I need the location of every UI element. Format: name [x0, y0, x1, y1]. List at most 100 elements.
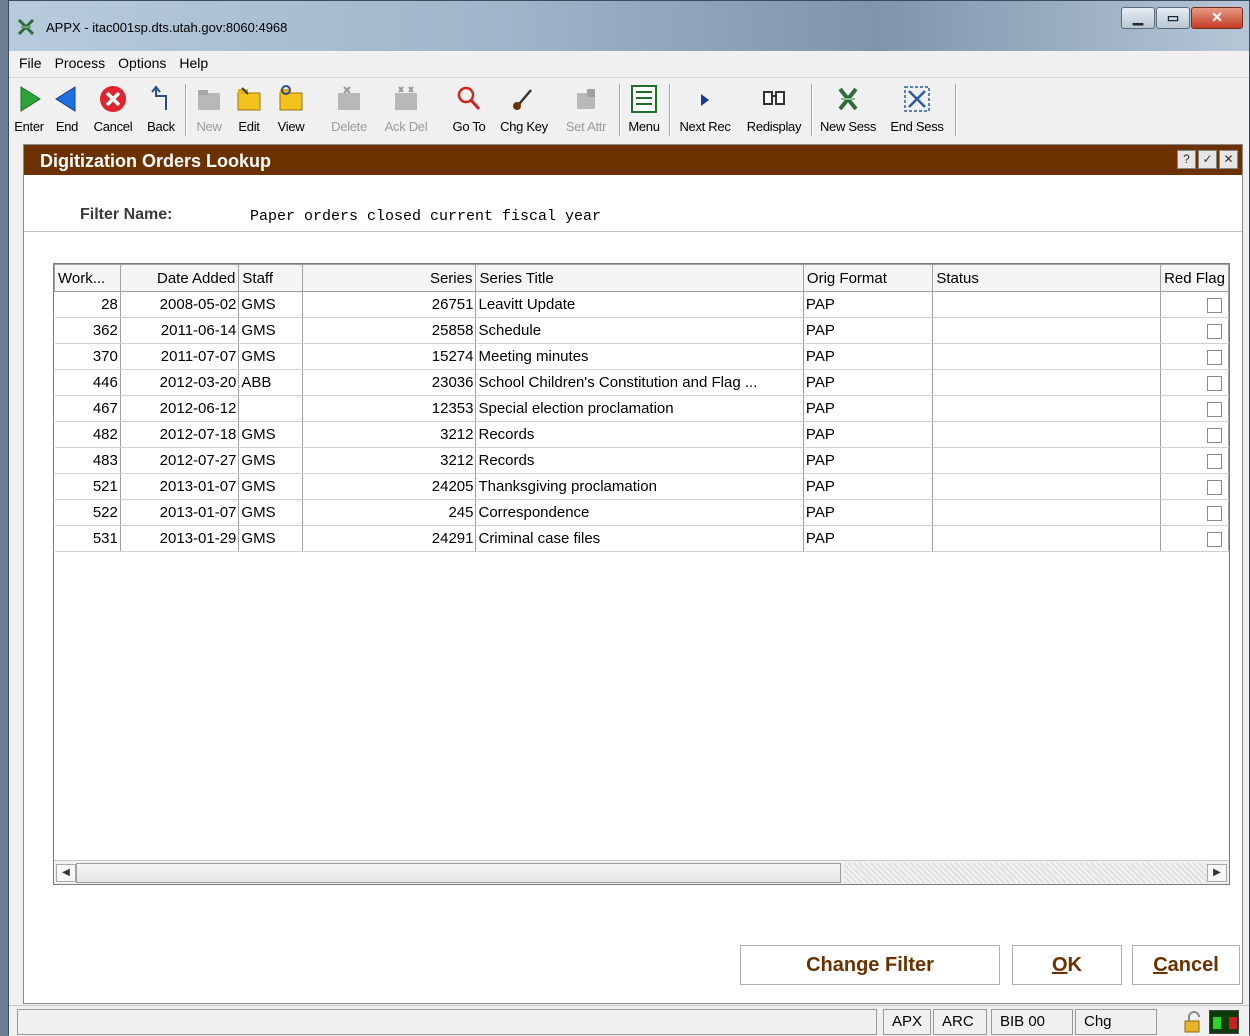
table-row[interactable]: 522 2013-01-07 GMS 245 Correspondence PAP [54, 499, 1229, 526]
menu-file[interactable]: File [19, 55, 42, 71]
table-row[interactable]: 446 2012-03-20 ABB 23036 School Children's C… [54, 369, 1229, 396]
scroll-thumb[interactable] [76, 863, 841, 883]
cell-status [932, 369, 1162, 396]
cell-series: 12353 [302, 395, 477, 422]
table-row[interactable]: 362 2011-06-14 GMS 25858 Schedule PAP [54, 317, 1229, 344]
scroll-track[interactable] [844, 863, 1207, 883]
back-button[interactable]: Back [141, 82, 181, 138]
red-flag-checkbox[interactable] [1207, 349, 1222, 365]
table-row[interactable]: 483 2012-07-27 GMS 3212 Records PAP [54, 447, 1229, 474]
chg-key-button[interactable]: Chg Key [495, 82, 553, 138]
view-button[interactable]: View [271, 82, 311, 138]
new-sess-button[interactable]: New Sess [815, 82, 881, 138]
red-flag-checkbox[interactable] [1207, 453, 1222, 469]
ok-mnemonic: O [1051, 954, 1068, 976]
cell-date-added: 2012-07-18 [120, 421, 240, 448]
cell-series-title: Leavitt Update [475, 291, 804, 318]
app-window: APPX - itac001sp.dts.utah.gov:8060:4968 … [8, 0, 1250, 1036]
column-header-red-flag[interactable]: Red Flag [1160, 264, 1229, 292]
cancel-button[interactable]: Cancel [1132, 945, 1240, 985]
cell-status [932, 395, 1162, 422]
ok-label-rest: K [1067, 954, 1082, 976]
cell-series: 25858 [302, 317, 477, 344]
column-header-series[interactable]: Series [302, 264, 477, 292]
menu-button[interactable]: Menu [623, 82, 665, 138]
menu-process[interactable]: Process [55, 55, 106, 71]
end-label: End [55, 119, 79, 134]
red-flag-checkbox[interactable] [1207, 427, 1222, 443]
column-header-orig-format[interactable]: Orig Format [802, 264, 934, 292]
ok-button[interactable]: OK [1012, 945, 1122, 985]
cell-series-title: Criminal case files [475, 525, 804, 552]
table-row[interactable]: 531 2013-01-29 GMS 24291 Criminal case files… [54, 525, 1229, 552]
menu-help[interactable]: Help [179, 55, 208, 71]
cell-orig-format: PAP [803, 369, 934, 396]
table-row[interactable]: 28 2008-05-02 GMS 26751 Leavitt Update PAP [54, 291, 1229, 318]
red-flag-checkbox[interactable] [1207, 375, 1222, 391]
red-flag-checkbox[interactable] [1207, 505, 1222, 521]
red-flag-checkbox[interactable] [1207, 531, 1222, 547]
end-button[interactable]: End [49, 82, 85, 138]
status-arc: ARC [933, 1009, 987, 1035]
title-bar[interactable]: APPX - itac001sp.dts.utah.gov:8060:4968 … [9, 1, 1249, 51]
horizontal-scrollbar[interactable]: ◀ ▶ [54, 860, 1229, 884]
column-header-work[interactable]: Work... [54, 264, 121, 292]
close-icon: ✕ [1211, 9, 1223, 25]
close-button[interactable]: ✕ [1191, 7, 1243, 29]
set-attr-button[interactable]: Set Attr [557, 82, 615, 138]
cell-red-flag [1160, 395, 1229, 422]
window-controls: ▁ ▭ ✕ [1120, 7, 1243, 31]
minimize-button[interactable]: ▁ [1121, 7, 1155, 29]
table-row[interactable]: 467 2012-06-12 12353 Special election procl… [54, 395, 1229, 422]
close-dialog-button[interactable]: ✕ [1219, 150, 1238, 169]
table-row[interactable]: 482 2012-07-18 GMS 3212 Records PAP [54, 421, 1229, 448]
new-folder-icon [198, 90, 220, 110]
next-rec-button[interactable]: Next Rec [673, 82, 737, 138]
cancel-label-rest: ancel [1167, 954, 1219, 976]
table-body: 28 2008-05-02 GMS 26751 Leavitt Update PAP 362… [54, 291, 1229, 552]
end-session-icon [904, 86, 930, 112]
end-sess-button[interactable]: End Sess [883, 82, 951, 138]
redisplay-button[interactable]: Redisplay [741, 82, 807, 138]
cell-work: 531 [54, 525, 121, 552]
dialog-title: Digitization Orders Lookup [40, 151, 272, 171]
cell-staff: GMS [238, 343, 304, 370]
table-row[interactable]: 370 2011-07-07 GMS 15274 Meeting minutes PAP [54, 343, 1229, 370]
red-flag-checkbox[interactable] [1207, 479, 1222, 495]
cell-date-added: 2013-01-29 [120, 525, 240, 552]
cell-orig-format: PAP [803, 447, 934, 474]
scroll-right-arrow-icon[interactable]: ▶ [1207, 864, 1227, 882]
goto-button[interactable]: Go To [445, 82, 493, 138]
column-header-series-title[interactable]: Series Title [475, 264, 804, 292]
status-message [17, 1009, 877, 1035]
ack-del-button[interactable]: Ack Del [369, 82, 443, 138]
menu-options[interactable]: Options [118, 55, 166, 71]
toolbar-separator [669, 84, 671, 136]
scroll-left-arrow-icon[interactable]: ◀ [56, 864, 76, 882]
enter-button[interactable]: Enter [11, 82, 47, 138]
column-header-date-added[interactable]: Date Added [119, 264, 240, 292]
cell-red-flag [1160, 421, 1229, 448]
red-flag-checkbox[interactable] [1207, 297, 1222, 313]
dialog-controls: ? ✓ ✕ [1175, 150, 1238, 169]
help-button[interactable]: ? [1177, 150, 1196, 169]
back-arrow-icon [151, 85, 167, 110]
table-row[interactable]: 521 2013-01-07 GMS 24205 Thanksgiving procla… [54, 473, 1229, 500]
cell-series-title: Thanksgiving proclamation [475, 473, 804, 500]
window-title: APPX - itac001sp.dts.utah.gov:8060:4968 [46, 20, 288, 35]
column-header-status[interactable]: Status [932, 264, 1162, 292]
change-filter-button[interactable]: Change Filter [740, 945, 1000, 985]
new-button[interactable]: New [191, 82, 227, 138]
cell-work: 370 [54, 343, 121, 370]
column-header-staff[interactable]: Staff [238, 264, 304, 292]
edit-button[interactable]: Edit [229, 82, 269, 138]
cancel-toolbar-button[interactable]: Cancel [87, 82, 139, 138]
red-flag-checkbox[interactable] [1207, 323, 1222, 339]
cell-series-title: Records [475, 421, 804, 448]
accept-button[interactable]: ✓ [1198, 150, 1217, 169]
red-flag-checkbox[interactable] [1207, 401, 1222, 417]
cell-red-flag [1160, 369, 1229, 396]
maximize-button[interactable]: ▭ [1156, 7, 1190, 29]
edit-folder-icon [237, 87, 261, 111]
cell-date-added: 2013-01-07 [120, 473, 240, 500]
